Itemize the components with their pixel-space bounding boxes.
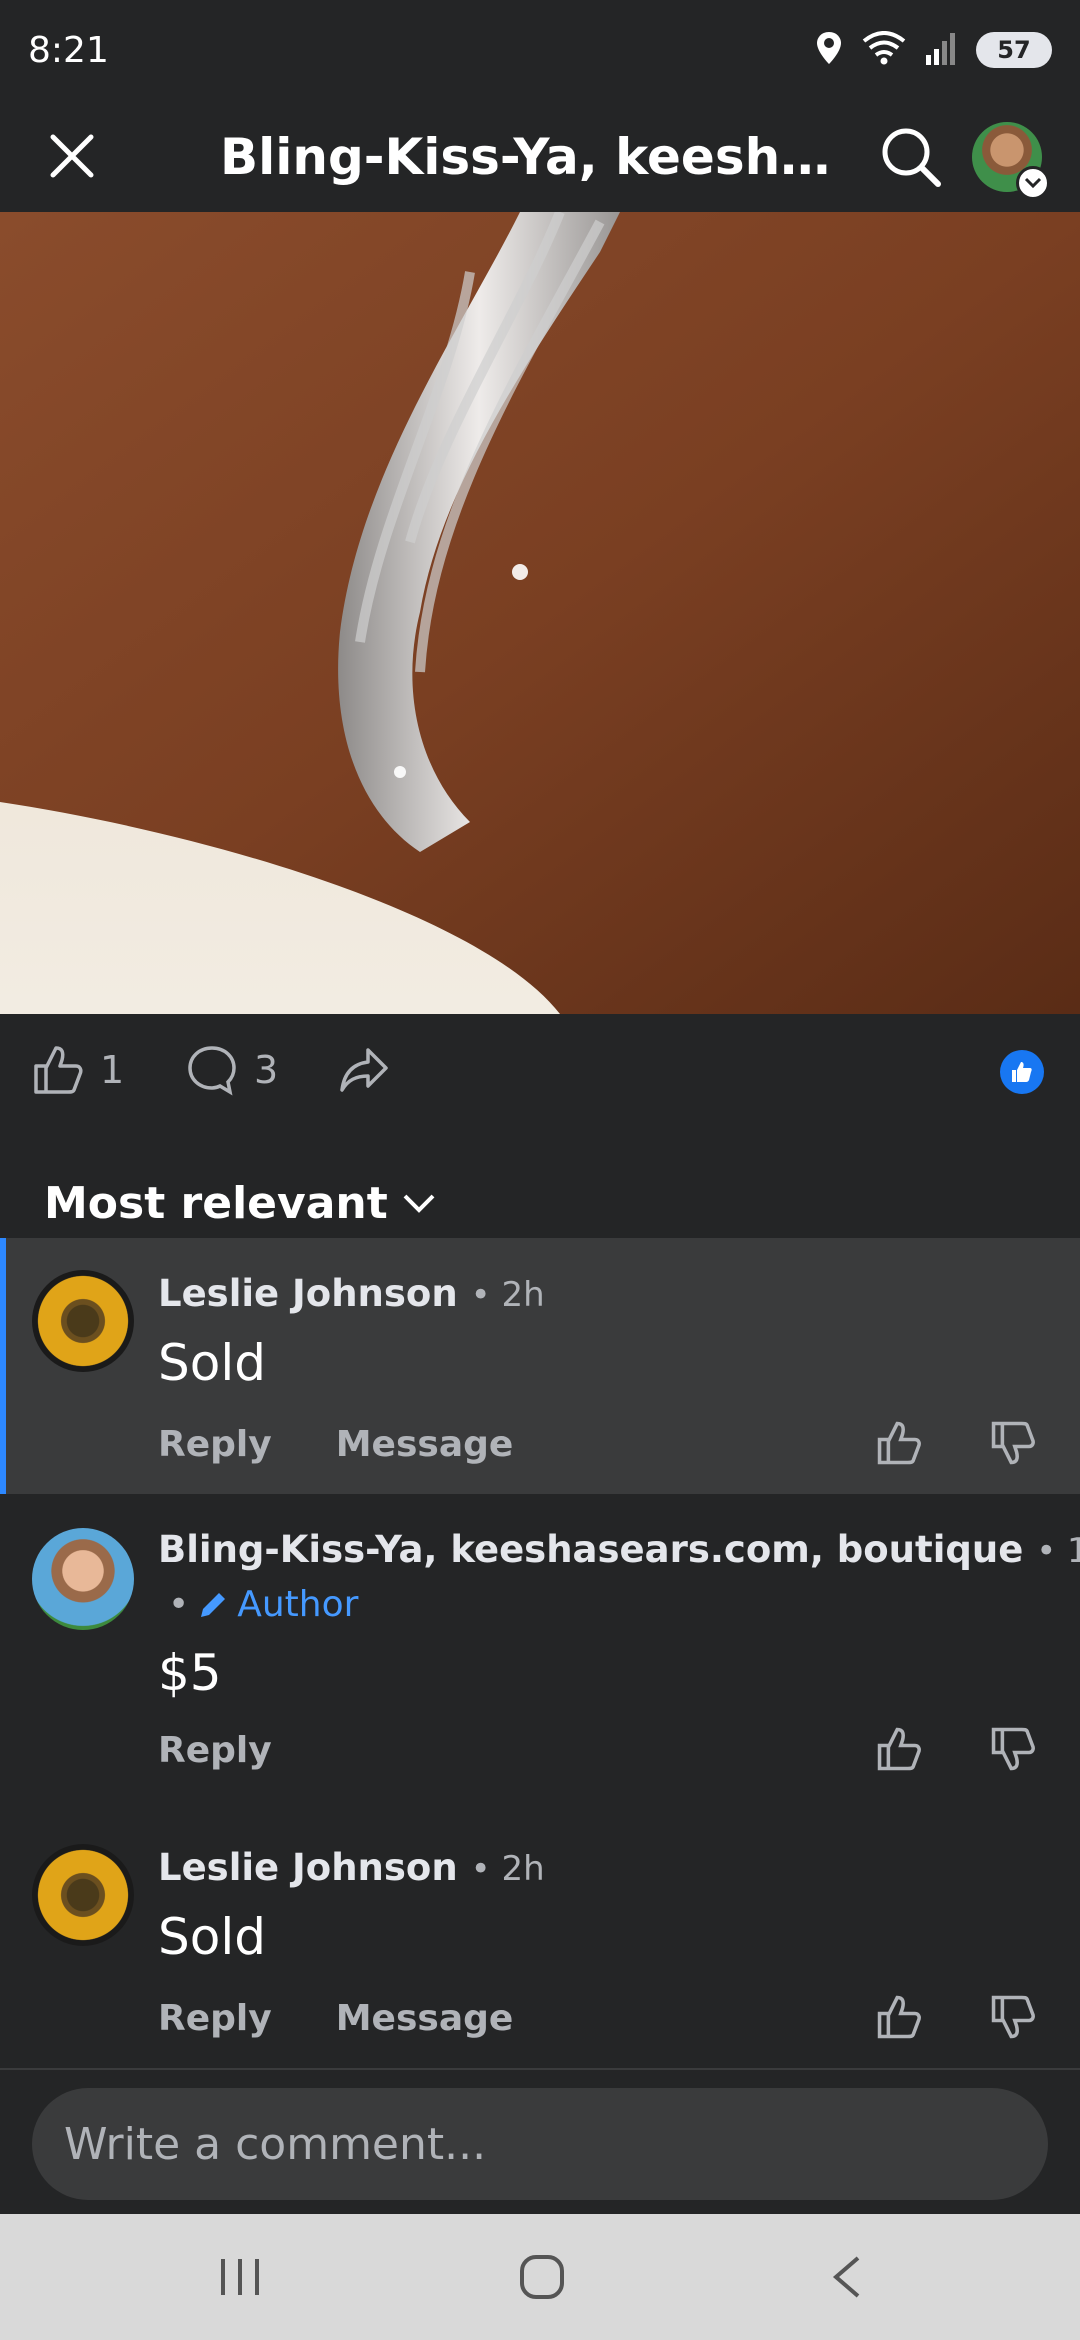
status-time: 8:21: [28, 29, 109, 71]
sort-label: Most relevant: [44, 1178, 388, 1229]
post-photo[interactable]: [0, 212, 1080, 1014]
header: Bling-Kiss-Ya, keeshase...: [0, 100, 1080, 212]
share-arrow-icon: [340, 1048, 388, 1092]
reply-button[interactable]: Reply: [158, 1424, 272, 1465]
status-bar: 8:21 57: [0, 0, 1080, 100]
comment-dislike-button[interactable]: [990, 1994, 1044, 2048]
avatar[interactable]: [32, 1844, 134, 1946]
thumbs-up-icon: [877, 1727, 921, 1771]
comment-bubble-icon: [188, 1046, 236, 1096]
thumbs-down-icon: [991, 1995, 1035, 2039]
bracelet-photo: [0, 212, 1080, 1014]
thumbs-up-icon: [877, 1421, 921, 1465]
comment-text: $5: [158, 1644, 222, 1702]
reply-button[interactable]: Reply: [158, 1730, 272, 1771]
search-icon: [882, 128, 941, 187]
author-name[interactable]: Bling-Kiss-Ya, keesha​sears.com, boutiqu…: [158, 1528, 1023, 1571]
thumbs-up-icon: [877, 1995, 921, 2039]
comment-actions: Reply Message: [158, 1424, 513, 1465]
comment-actions: Reply: [158, 1730, 272, 1771]
comment-actions: Reply Message: [158, 1998, 513, 2039]
comment-input[interactable]: Write a comment...: [32, 2088, 1048, 2200]
battery-level: 57: [997, 36, 1031, 64]
comment-like-button[interactable]: [876, 1994, 930, 2048]
share-action[interactable]: [338, 1044, 390, 1096]
profile-avatar[interactable]: [972, 122, 1050, 200]
comment-item: Leslie Johnson • 2h Sold Reply Message: [0, 1238, 1080, 1494]
comment-count: 3: [254, 1048, 279, 1092]
comment-text: Sold: [158, 1334, 266, 1392]
recents-icon: [221, 2259, 259, 2295]
reply-button[interactable]: Reply: [158, 1998, 272, 2039]
home-button[interactable]: [502, 2244, 582, 2310]
comment-author[interactable]: Leslie Johnson • 2h: [158, 1846, 545, 1889]
close-icon: [50, 134, 94, 178]
home-icon: [520, 2255, 564, 2299]
recents-button[interactable]: [200, 2244, 280, 2310]
comment-dislike-button[interactable]: [990, 1420, 1044, 1474]
like-count: 1: [100, 1048, 125, 1092]
comment-time: • 2h: [470, 1275, 545, 1315]
wifi-icon: [862, 31, 906, 69]
comment-dislike-button[interactable]: [990, 1726, 1044, 1780]
thumbs-down-icon: [991, 1727, 1035, 1771]
author-badge: • Author: [168, 1584, 359, 1625]
comment-time: • 2h: [470, 1849, 545, 1889]
comment-composer-bar: Write a comment...: [0, 2068, 1080, 2214]
comment-action[interactable]: 3: [186, 1044, 278, 1096]
close-button[interactable]: [40, 124, 104, 188]
comment-author[interactable]: Bling-Kiss-Ya, keesha​sears.com, boutiqu…: [158, 1528, 1080, 1571]
like-action[interactable]: 1: [32, 1044, 124, 1096]
location-icon: [814, 30, 844, 70]
search-button[interactable]: [876, 122, 946, 192]
pencil-icon: [201, 1592, 226, 1617]
system-nav-bar: [0, 2214, 1080, 2340]
chevron-down-icon: [403, 1194, 435, 1213]
sort-dropdown[interactable]: Most relevant: [44, 1178, 436, 1229]
chevron-down-icon: [1016, 166, 1050, 200]
page-title: Bling-Kiss-Ya, keeshase...: [220, 128, 860, 186]
status-icons: 57: [814, 30, 1052, 70]
battery-indicator: 57: [976, 32, 1052, 68]
reaction-like-badge[interactable]: [1000, 1050, 1044, 1094]
author-name[interactable]: Leslie Johnson: [158, 1846, 458, 1889]
thumbs-up-icon: [34, 1046, 83, 1094]
post-action-bar: 1 3: [0, 1014, 1080, 1134]
comment-time: • 1d: [1036, 1531, 1080, 1571]
message-button[interactable]: Message: [336, 1424, 514, 1465]
comment-item: Leslie Johnson • 2h Sold Reply Message: [0, 1812, 1080, 2068]
comment-like-button[interactable]: [876, 1420, 930, 1474]
comment-input-placeholder: Write a comment...: [64, 2118, 487, 2170]
comment-item: Bling-Kiss-Ya, keesha​sears.com, boutiqu…: [0, 1494, 1080, 1812]
author-name[interactable]: Leslie Johnson: [158, 1272, 458, 1315]
thumbs-up-icon: [1012, 1062, 1032, 1082]
comment-author[interactable]: Leslie Johnson • 2h: [158, 1272, 545, 1315]
back-button[interactable]: [806, 2244, 886, 2310]
comment-like-button[interactable]: [876, 1726, 930, 1780]
back-icon: [832, 2256, 860, 2298]
author-label: Author: [237, 1584, 359, 1625]
thumbs-down-icon: [991, 1421, 1035, 1465]
comment-text: Sold: [158, 1908, 266, 1966]
avatar[interactable]: [32, 1528, 134, 1630]
signal-icon: [924, 31, 958, 69]
avatar[interactable]: [32, 1270, 134, 1372]
message-button[interactable]: Message: [336, 1998, 514, 2039]
